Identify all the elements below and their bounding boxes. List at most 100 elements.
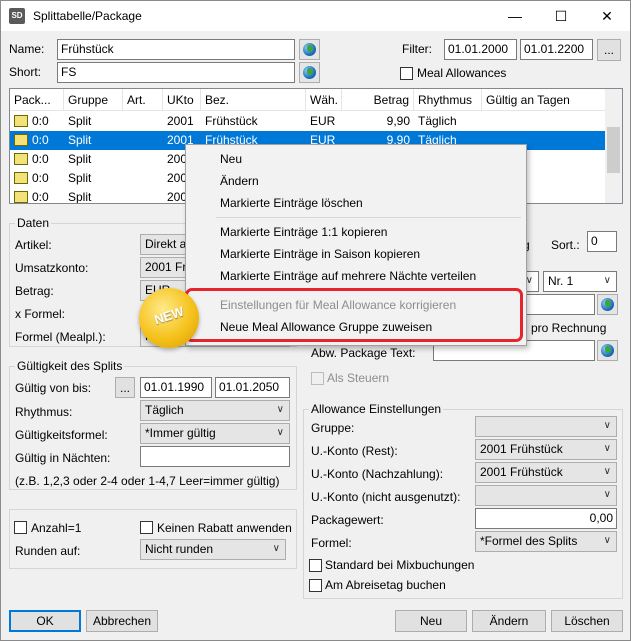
neu-button[interactable]: Neu — [395, 610, 467, 632]
xformel-label: x Formel: — [15, 307, 66, 321]
konto-nicht-ausgenutzt-select[interactable]: ∨ — [475, 485, 617, 506]
chevron-down-icon: ∨ — [276, 404, 284, 415]
table-cell-ukto: 2001 — [167, 114, 194, 128]
packagewert-input[interactable]: 0,00 — [475, 508, 617, 529]
gueltig-naechte-input[interactable] — [140, 446, 290, 467]
meal-allowances-label: Meal Allowances — [417, 66, 507, 80]
chevron-down-icon: ∨ — [603, 443, 611, 454]
name-label: Name: — [9, 42, 45, 56]
column-header[interactable]: Pack... — [10, 89, 64, 111]
gueltigkeit-group-title: Gültigkeit des Splits — [15, 359, 125, 373]
anzahl-label: Anzahl=1 — [31, 521, 82, 535]
translate-short-button[interactable] — [299, 62, 320, 83]
translate-abw-button[interactable] — [597, 340, 618, 361]
konto-rest-label: U.-Konto (Rest): — [311, 444, 398, 458]
translate-package-button[interactable] — [597, 294, 618, 315]
table-scrollbar[interactable] — [605, 89, 622, 203]
column-header[interactable]: Bez. — [201, 89, 306, 111]
abreisetag-checkbox[interactable] — [309, 579, 322, 592]
daten-group-title: Daten — [15, 216, 52, 230]
chevron-down-icon: ∨ — [276, 427, 284, 438]
column-header[interactable]: Art. — [123, 89, 163, 111]
menu-separator — [216, 217, 521, 218]
mixbuchungen-checkbox[interactable] — [309, 559, 322, 572]
rhythmus-select[interactable]: Täglich ∨ — [140, 400, 290, 421]
new-badge: NEW — [139, 288, 199, 348]
gueltig-bis-input[interactable]: 01.01.2050 — [215, 377, 290, 398]
app-icon: SD — [9, 8, 25, 24]
filter-apply-button[interactable]: ... — [597, 39, 621, 61]
nr-select[interactable]: Nr. 1 ∨ — [543, 271, 617, 292]
column-header[interactable]: Wäh. — [306, 89, 342, 111]
globe-icon — [303, 43, 316, 56]
date-picker-button[interactable]: ... — [115, 377, 135, 398]
menu-item-copy-1-1[interactable]: Markierte Einträge 1:1 kopieren — [220, 225, 387, 239]
menu-item-neu[interactable]: Neu — [220, 152, 242, 166]
kein-rabatt-checkbox[interactable] — [140, 521, 153, 534]
table-cell-pack: 0:0 — [32, 190, 49, 204]
package-icon — [14, 191, 28, 203]
column-header[interactable]: Gruppe — [64, 89, 123, 111]
allowance-formel-label: Formel: — [311, 536, 352, 550]
menu-item-distribute-nights[interactable]: Markierte Einträge auf mehrere Nächte ve… — [220, 269, 476, 283]
column-header[interactable]: Gültig an Tagen — [482, 89, 607, 111]
allowance-formel-select[interactable]: *Formel des Splits ∨ — [475, 531, 617, 552]
gueltigkeitsformel-select[interactable]: *Immer gültig ∨ — [140, 423, 290, 444]
konto-rest-select[interactable]: 2001 Frühstück ∨ — [475, 439, 617, 460]
gueltigkeitsformel-label: Gültigkeitsformel: — [15, 428, 108, 442]
konto-nicht-ausgenutzt-label: U.-Konto (nicht ausgenutzt): — [311, 490, 461, 504]
table-cell-rhythmus: Täglich — [418, 114, 457, 128]
naechte-hint: (z.B. 1,2,3 oder 2-4 oder 1-4,7 Leer=imm… — [15, 474, 280, 488]
name-input[interactable]: Frühstück — [57, 39, 295, 60]
table-cell-art — [123, 169, 163, 188]
scroll-thumb[interactable] — [607, 127, 620, 173]
konto-nachzahlung-select[interactable]: 2001 Frühstück ∨ — [475, 462, 617, 483]
chevron-down-icon: ∨ — [603, 420, 611, 431]
formel-mealpl-label: Formel (Mealpl.): — [15, 330, 106, 344]
gueltig-von-input[interactable]: 01.01.1990 — [140, 377, 212, 398]
table-cell-pack: 0:0 — [32, 114, 49, 128]
column-header[interactable]: Betrag — [342, 89, 414, 111]
menu-item-aendern[interactable]: Ändern — [220, 174, 259, 188]
close-button[interactable]: ✕ — [584, 1, 630, 31]
kein-rabatt-label: Keinen Rabatt anwenden — [157, 521, 292, 535]
short-input[interactable]: FS — [57, 62, 295, 83]
anzahl-checkbox[interactable] — [14, 521, 27, 534]
table-cell-pack: 0:0 — [32, 171, 49, 185]
sort-input[interactable]: 0 — [587, 231, 617, 252]
meal-allowances-checkbox[interactable] — [400, 67, 413, 80]
allowance-gruppe-label: Gruppe: — [311, 421, 355, 435]
table-cell-gruppe: Split — [68, 171, 92, 185]
translate-name-button[interactable] — [299, 39, 320, 60]
als-steuern-checkbox[interactable] — [311, 372, 324, 385]
sort-label: Sort.: — [551, 238, 580, 252]
column-header[interactable]: UKto — [163, 89, 201, 111]
title-bar: SD Splittabelle/Package — ☐ ✕ — [1, 1, 630, 31]
runden-label: Runden auf: — [15, 544, 81, 558]
table-row[interactable]: 0:0 Split 2001 Frühstück EUR 9,90 Täglich — [10, 112, 610, 131]
ok-button[interactable]: OK — [9, 610, 81, 632]
aendern-button[interactable]: Ändern — [472, 610, 546, 632]
filter-from-input[interactable]: 01.01.2000 — [444, 39, 517, 60]
runden-select[interactable]: Nicht runden ∨ — [140, 539, 286, 560]
minimize-button[interactable]: — — [492, 1, 538, 31]
column-header[interactable]: Rhythmus — [414, 89, 482, 111]
table-cell-bez: Frühstück — [205, 114, 258, 128]
table-cell-betrag: 9,90 — [386, 114, 410, 128]
chevron-down-icon: ∨ — [272, 543, 280, 554]
gueltig-naechte-label: Gültig in Nächten: — [15, 451, 111, 465]
menu-item-delete-selected[interactable]: Markierte Einträge löschen — [220, 196, 363, 210]
filter-to-input[interactable]: 01.01.2200 — [520, 39, 593, 60]
table-cell-gruppe: Split — [68, 152, 92, 166]
allowance-gruppe-select[interactable]: ∨ — [475, 416, 617, 437]
table-cell-waeh: EUR — [310, 114, 336, 128]
package-text-input[interactable] — [517, 294, 595, 315]
betrag-label: Betrag: — [15, 284, 54, 298]
globe-icon — [601, 344, 614, 357]
package-icon — [14, 115, 28, 127]
table-cell-gruppe: Split — [68, 190, 92, 204]
loeschen-button[interactable]: Löschen — [551, 610, 623, 632]
abbrechen-button[interactable]: Abbrechen — [86, 610, 158, 632]
menu-item-copy-season[interactable]: Markierte Einträge in Saison kopieren — [220, 247, 420, 261]
maximize-button[interactable]: ☐ — [538, 1, 584, 31]
